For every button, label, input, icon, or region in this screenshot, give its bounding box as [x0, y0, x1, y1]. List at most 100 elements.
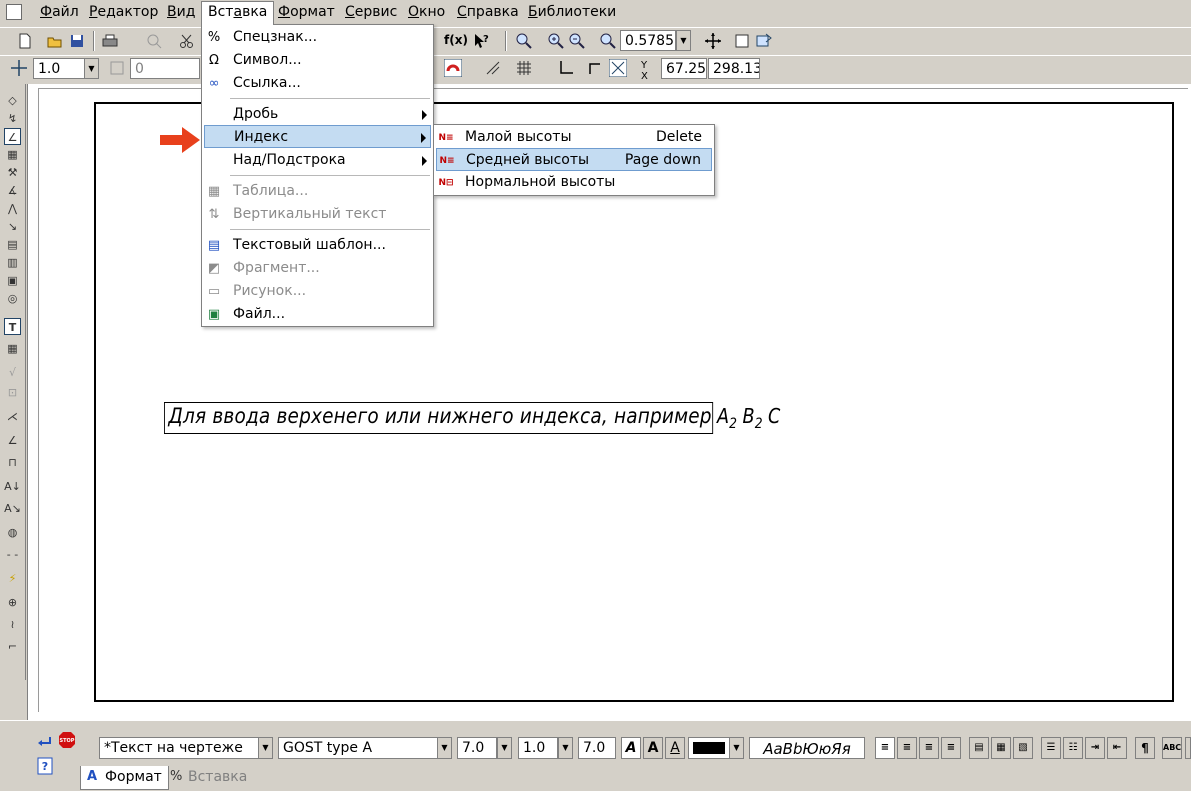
cursor-step-dropdown[interactable]: ▼	[84, 58, 99, 79]
text-style-dropdown[interactable]: ▼	[258, 737, 273, 759]
axis-icon[interactable]: ◍	[4, 524, 21, 541]
ortho-icon[interactable]	[484, 59, 502, 77]
replace-text-button[interactable]: ▧	[1013, 737, 1033, 759]
tolerance-icon[interactable]: ⊓	[4, 454, 21, 471]
step-cursor-icon[interactable]	[10, 59, 28, 77]
narrowing-field[interactable]: 1.0	[518, 737, 558, 759]
align-justify-button[interactable]: ≡	[941, 737, 961, 759]
menu-item-special-sign[interactable]: % Спецзнак...	[204, 26, 431, 49]
more-button[interactable]	[1185, 737, 1191, 759]
menu-item-index[interactable]: Индекс	[204, 125, 431, 148]
menu-item-table[interactable]: ▦ Таблица...	[204, 180, 431, 203]
stop-icon[interactable]: STOP	[58, 731, 76, 749]
snap-magnet-icon[interactable]	[444, 59, 462, 77]
cut-line-icon[interactable]: A↓	[4, 478, 21, 495]
zoom-input[interactable]: 0.5785	[620, 30, 676, 51]
outdent-button[interactable]: ⇤	[1107, 737, 1127, 759]
base-icon[interactable]: ⊡	[4, 384, 21, 401]
coord-x-field[interactable]: 67.256	[661, 58, 707, 79]
align-left-button[interactable]: ≡	[875, 737, 895, 759]
cursor-step-input[interactable]: 1.0	[33, 58, 85, 79]
pan-icon[interactable]	[704, 32, 722, 50]
help-icon[interactable]: ?	[36, 757, 54, 775]
drawing-text-object[interactable]: Для ввода верхенего или нижнего индекса,…	[164, 402, 780, 434]
menu-insert[interactable]: Вставка	[201, 1, 275, 25]
round-icon[interactable]	[586, 59, 604, 77]
menu-service[interactable]: Сервис	[345, 4, 397, 20]
font-field[interactable]: GOST type A	[278, 737, 438, 759]
menu-item-picture[interactable]: ▭ Рисунок...	[204, 280, 431, 303]
narrowing-dropdown[interactable]: ▼	[558, 737, 573, 759]
numbered-list-button[interactable]: ☰	[1041, 737, 1061, 759]
doc-icon[interactable]: ▥	[4, 254, 21, 271]
menu-item-over-under[interactable]: Над/Подстрока	[204, 149, 431, 172]
menu-item-fragment[interactable]: ◩ Фрагмент...	[204, 257, 431, 280]
layers-icon[interactable]: ◎	[4, 290, 21, 307]
local-cs-icon[interactable]	[557, 59, 575, 77]
angle-input[interactable]: 0	[130, 58, 200, 79]
zoom-out-icon[interactable]	[568, 32, 586, 50]
zoom-window-icon[interactable]	[515, 32, 533, 50]
tab-insert[interactable]: % Вставка	[164, 766, 253, 790]
wave-line-icon[interactable]: ≀	[4, 616, 21, 633]
align-right-button[interactable]: ≡	[919, 737, 939, 759]
break-line-icon[interactable]: ⌐	[4, 638, 21, 655]
edit-icon[interactable]: ▦	[4, 146, 21, 163]
menu-item-symbol[interactable]: Ω Символ...	[204, 49, 431, 72]
print-icon[interactable]	[101, 32, 119, 50]
position-icon[interactable]: ∠	[4, 432, 21, 449]
dash-line-icon[interactable]: - -	[4, 546, 21, 563]
spellcheck-button[interactable]: ABC	[1162, 737, 1182, 759]
regenerate-icon[interactable]	[733, 32, 751, 50]
leader-icon[interactable]: ⋌	[4, 408, 21, 425]
search-text-button[interactable]: ▦	[991, 737, 1011, 759]
function-button[interactable]: f(x)	[444, 33, 468, 47]
menu-editor[interactable]: Редактор	[89, 4, 158, 20]
measure-icon[interactable]: ∡	[4, 182, 21, 199]
preview-icon[interactable]	[145, 32, 163, 50]
new-document-icon[interactable]	[16, 32, 34, 50]
menu-window[interactable]: Окно	[408, 4, 445, 20]
bullet-list-button[interactable]: ☷	[1063, 737, 1083, 759]
menu-help[interactable]: Справка	[457, 4, 519, 20]
font-height-field[interactable]: 7.0	[457, 737, 497, 759]
refresh-icon[interactable]	[755, 32, 773, 50]
menu-item-vertical-text[interactable]: ⇅ Вертикальный текст	[204, 203, 431, 226]
table-tool-icon[interactable]: ▦	[4, 340, 21, 357]
submenu-item-normal-height[interactable]: N⊟ Нормальной высоты	[436, 171, 712, 194]
save-icon[interactable]	[68, 32, 86, 50]
underline-button[interactable]: A	[665, 737, 685, 759]
param-icon[interactable]: ⚒	[4, 164, 21, 181]
reports-icon[interactable]: ▤	[4, 236, 21, 253]
app-icon[interactable]	[6, 4, 22, 20]
font-height-dropdown[interactable]: ▼	[497, 737, 512, 759]
text-color-picker[interactable]	[688, 737, 730, 759]
menu-view[interactable]: Вид	[167, 4, 195, 20]
menu-item-file[interactable]: ▣ Файл...	[204, 303, 431, 326]
create-object-icon[interactable]	[36, 733, 54, 751]
coord-y-field[interactable]: 298.13	[708, 58, 760, 79]
line-step-field[interactable]: 7.0	[578, 737, 616, 759]
select-icon[interactable]: ⋀	[4, 200, 21, 217]
menu-item-fraction[interactable]: Дробь	[204, 103, 431, 126]
text-color-dropdown[interactable]: ▼	[729, 737, 744, 759]
view-arrow-icon[interactable]: A↘	[4, 500, 21, 517]
grid-icon[interactable]	[515, 59, 533, 77]
help-cursor-icon[interactable]: ?	[472, 32, 490, 50]
paragraph-button[interactable]: ▤	[969, 737, 989, 759]
text-style-field[interactable]: *Текст на чертеже	[99, 737, 259, 759]
align-center-button[interactable]: ≡	[897, 737, 917, 759]
text-tool-icon[interactable]: T	[4, 318, 21, 335]
italic-button[interactable]: A	[621, 737, 641, 759]
submenu-item-medium-height[interactable]: N≡ Средней высоты Page down	[436, 148, 712, 171]
spec-icon[interactable]: ↘	[4, 218, 21, 235]
tab-format[interactable]: A Формат	[80, 766, 169, 790]
font-dropdown[interactable]: ▼	[437, 737, 452, 759]
indent-button[interactable]: ⇥	[1085, 737, 1105, 759]
roughness-icon[interactable]: √	[4, 364, 21, 381]
bold-button[interactable]: A	[643, 737, 663, 759]
center-mark-icon[interactable]: ⊕	[4, 594, 21, 611]
dimensions-icon[interactable]: ↯	[4, 110, 21, 127]
zoom-scale-icon[interactable]	[599, 32, 617, 50]
menu-format[interactable]: Формат	[278, 4, 335, 20]
